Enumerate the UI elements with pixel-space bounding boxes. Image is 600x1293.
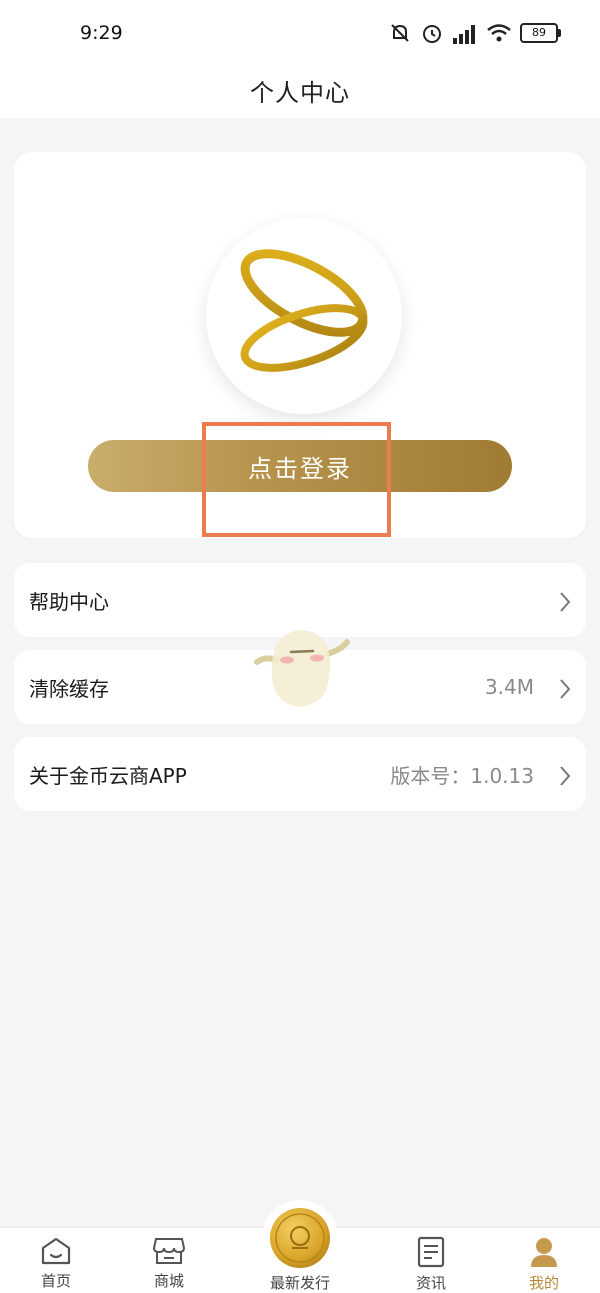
version-value: 版本号：1.0.13 xyxy=(390,763,534,788)
status-time: 9:29 xyxy=(80,22,123,44)
highlight-box xyxy=(202,422,391,537)
latest-release-coin-button[interactable] xyxy=(262,1200,338,1276)
chevron-right-icon xyxy=(560,592,571,612)
wifi-icon xyxy=(487,24,511,42)
tab-label: 首页 xyxy=(40,1272,71,1290)
menu-item-label: 帮助中心 xyxy=(29,589,109,614)
home-icon xyxy=(41,1237,71,1265)
store-icon xyxy=(152,1238,186,1264)
app-logo xyxy=(206,218,402,414)
menu-item-about-app[interactable]: 关于金币云商APP 版本号：1.0.13 xyxy=(14,737,586,811)
tab-label: 商城 xyxy=(153,1272,184,1290)
tab-label: 资讯 xyxy=(415,1274,446,1292)
signal-icon xyxy=(453,25,475,44)
battery-icon: 89 xyxy=(520,23,561,43)
menu-item-label: 清除缓存 xyxy=(29,676,109,701)
tab-home[interactable]: 首页 xyxy=(1,1228,111,1293)
page-title: 个人中心 xyxy=(250,78,350,107)
tab-label: 我的 xyxy=(528,1274,559,1292)
chevron-right-icon xyxy=(560,679,571,699)
rings-logo-icon xyxy=(240,249,368,372)
gold-coin-icon xyxy=(270,1208,330,1268)
menu-item-label: 关于金币云商APP xyxy=(29,763,187,788)
mute-icon xyxy=(391,24,409,42)
tab-store[interactable]: 商城 xyxy=(114,1228,224,1293)
status-icons: 89 xyxy=(388,20,561,46)
alarm-icon xyxy=(423,25,441,43)
chevron-right-icon xyxy=(560,766,571,786)
tab-me[interactable]: 我的 xyxy=(489,1228,599,1293)
status-bar: 9:29 89 xyxy=(0,0,600,62)
cache-size-value: 3.4M xyxy=(484,675,534,699)
nav-bar: 个人中心 xyxy=(0,62,600,118)
mascot-icon[interactable] xyxy=(247,622,351,712)
news-icon xyxy=(417,1236,445,1268)
person-icon xyxy=(531,1238,557,1267)
tab-news[interactable]: 资讯 xyxy=(376,1228,486,1293)
